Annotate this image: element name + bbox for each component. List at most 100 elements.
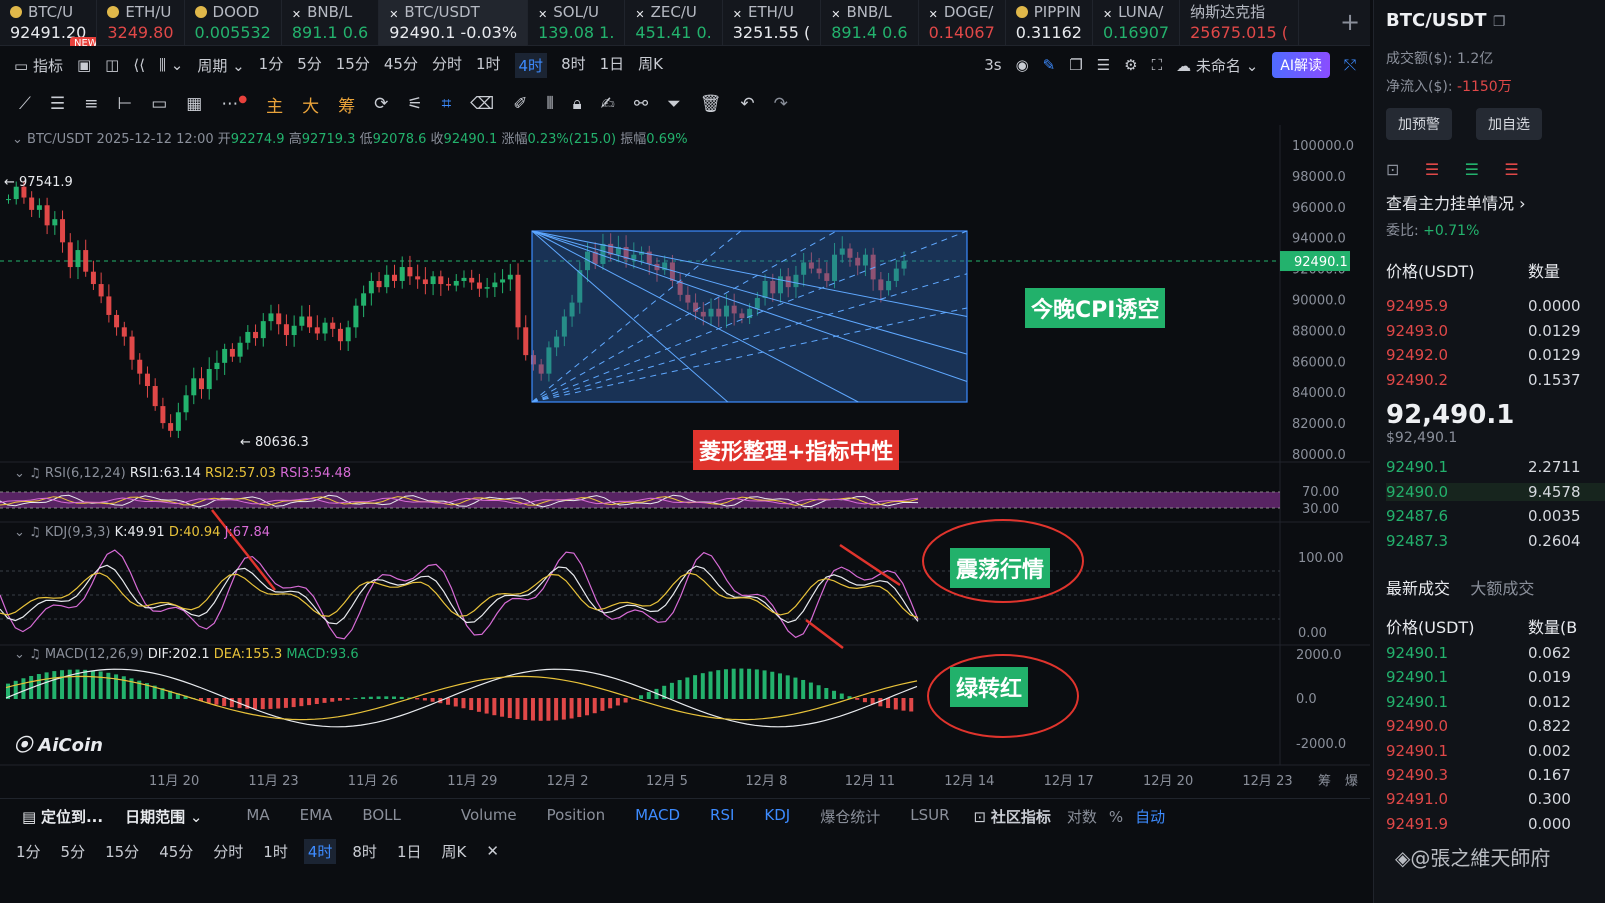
indicator-button[interactable]: ▭ 指标 xyxy=(14,55,63,76)
bottom-interval-button[interactable]: 1时 xyxy=(259,839,292,864)
calendar-icon[interactable]: ▣ xyxy=(77,56,91,74)
more-icon[interactable]: ⋯● xyxy=(221,94,247,114)
main-force-button[interactable]: 主 xyxy=(266,92,283,117)
settings-icon[interactable]: ⚙ xyxy=(1124,56,1137,74)
ticker-tab[interactable]: DOOD 0.005532 xyxy=(185,0,282,46)
trendline-icon[interactable]: ⟋ xyxy=(19,94,31,114)
ai-interpret-button[interactable]: AI解读 xyxy=(1272,52,1330,78)
community-indicators-button[interactable]: ⊡ 社区指标 xyxy=(974,806,1051,827)
add-watchlist-button[interactable]: 加自选 xyxy=(1476,108,1542,140)
orderbook-row[interactable]: 92487.3 0.2604 xyxy=(1386,532,1605,550)
orderbook-view-icons[interactable]: ⊡ ☰ ☰ ☰ xyxy=(1386,160,1605,179)
auto-toggle[interactable]: 自动 xyxy=(1135,806,1165,827)
indicator-tab[interactable]: LSUR xyxy=(910,806,949,827)
interval-button[interactable]: 15分 xyxy=(336,53,370,78)
bottom-interval-button[interactable]: 1分 xyxy=(12,839,45,864)
orderbook-row[interactable]: 92490.0 9.4578 xyxy=(1386,482,1605,501)
bars-icon[interactable]: ⫴ xyxy=(546,94,553,114)
date-range-dropdown[interactable]: 日期范围 ⌄ xyxy=(125,806,202,827)
cloud-layout-dropdown[interactable]: ☁ 未命名 ⌄ xyxy=(1176,55,1258,76)
log-toggle[interactable]: 对数 xyxy=(1067,806,1097,827)
chips-button[interactable]: 筹 xyxy=(338,92,355,117)
ticker-tab[interactable]: PIPPIN 0.31162 xyxy=(1006,0,1093,46)
rectangle-icon[interactable]: ▭ xyxy=(151,94,167,114)
undo-icon[interactable]: ↶ xyxy=(740,94,754,114)
ticker-tab[interactable]: ETH/U 3249.80 xyxy=(97,0,185,46)
ticker-tab[interactable]: BTC/U 92491.20 NEW xyxy=(0,0,98,46)
interval-button[interactable]: 4时 xyxy=(514,52,548,78)
horizontal-line-icon[interactable]: ⊢ xyxy=(117,94,132,114)
bottom-interval-button[interactable]: 5分 xyxy=(57,839,90,864)
ticker-tab[interactable]: ✕ BTC/USDT 92490.1 -0.03% xyxy=(379,0,529,46)
period-dropdown[interactable]: 周期 ⌄ xyxy=(197,55,244,76)
ticker-tab[interactable]: ✕ SOL/U 139.08 1. xyxy=(528,0,626,46)
interval-button[interactable]: 8时 xyxy=(561,53,586,78)
latest-trades-tab[interactable]: 最新成交 xyxy=(1386,579,1450,598)
indicator-tab[interactable]: MACD xyxy=(635,806,680,827)
layout-icon[interactable]: ◫ xyxy=(105,56,119,74)
orderbook-row[interactable]: 92490.0 0.822 xyxy=(1386,717,1605,735)
big-trades-tab[interactable]: 大额成交 xyxy=(1470,579,1534,598)
collapse-icon[interactable]: ⌄ xyxy=(12,132,23,147)
orderbook-row[interactable]: 92491.9 0.000 xyxy=(1386,815,1605,833)
orderbook-row[interactable]: 92490.1 0.019 xyxy=(1386,668,1605,686)
orderbook-row[interactable]: 92490.1 0.012 xyxy=(1386,693,1605,711)
ticker-tab[interactable]: ✕ DOGE/0.14067 xyxy=(919,0,1006,46)
bottom-interval-button[interactable]: 15分 xyxy=(101,839,143,864)
rewind-icon[interactable]: ⟨⟨ xyxy=(133,56,145,74)
indicator-tab[interactable]: KDJ xyxy=(764,806,790,827)
indicator-tab[interactable]: EMA xyxy=(300,806,333,827)
share-icon[interactable]: ⤲ xyxy=(1344,56,1356,74)
close-icon[interactable]: ✕ xyxy=(482,840,503,862)
percent-toggle[interactable]: % xyxy=(1109,808,1123,826)
window-icon[interactable]: ❐ xyxy=(1069,56,1082,74)
orderbook-row[interactable]: 92490.2 0.1537 xyxy=(1386,371,1605,389)
refresh-rate[interactable]: 3s xyxy=(984,56,1001,74)
bottom-interval-button[interactable]: 45分 xyxy=(155,839,197,864)
interval-button[interactable]: 周K xyxy=(638,53,663,78)
orderbook-row[interactable]: 92495.9 0.0000 xyxy=(1386,297,1605,315)
interval-button[interactable]: 5分 xyxy=(297,53,322,78)
orderbook-row[interactable]: 92493.0 0.0129 xyxy=(1386,322,1605,340)
add-alert-button[interactable]: 加预警 xyxy=(1386,108,1452,140)
orderbook-row[interactable]: 92490.1 0.062 xyxy=(1386,644,1605,662)
indicator-tab[interactable]: Position xyxy=(547,806,605,827)
interval-button[interactable]: 1日 xyxy=(600,53,625,78)
bottom-interval-button[interactable]: 8时 xyxy=(348,839,381,864)
bottom-interval-button[interactable]: 分时 xyxy=(209,839,247,864)
orderbook-row[interactable]: 92487.6 0.0035 xyxy=(1386,507,1605,525)
bottom-interval-button[interactable]: 1日 xyxy=(393,839,426,864)
fib-lines-icon[interactable]: ☰ xyxy=(50,94,65,114)
add-tab-icon[interactable]: + xyxy=(1340,8,1360,36)
ticker-tab[interactable]: ✕ ETH/U 3251.55 ( xyxy=(723,0,822,46)
ticker-tab[interactable]: ✕ BNB/L 891.4 0.6 xyxy=(821,0,919,46)
candle-type-icon[interactable]: ⫼ ⌄ xyxy=(159,56,183,74)
indicator-tab[interactable]: 爆仓统计 xyxy=(820,806,880,827)
ticker-tab[interactable]: 纳斯达克指 25675.015 ( xyxy=(1180,0,1299,46)
fullscreen-icon[interactable]: ⛶ xyxy=(1152,56,1163,74)
brush-icon[interactable]: ✐ xyxy=(513,94,527,114)
interval-button[interactable]: 45分 xyxy=(384,53,418,78)
ticker-tab[interactable]: ✕ LUNA/0.16907 xyxy=(1093,0,1181,46)
eraser-icon[interactable]: ⌫ xyxy=(470,94,494,114)
orderbook-row[interactable]: 92492.0 0.0129 xyxy=(1386,346,1605,364)
magnet-icon[interactable]: ⌗ xyxy=(442,94,452,114)
indicator-tab[interactable]: Volume xyxy=(461,806,517,827)
indicator-tab[interactable]: RSI xyxy=(710,806,734,827)
link-icon[interactable]: ⚯ xyxy=(634,94,648,114)
indicator-tab[interactable]: MA xyxy=(246,806,269,827)
grid-icon[interactable]: ▦ xyxy=(186,94,202,114)
main-orders-link[interactable]: 查看主力挂单情况 › xyxy=(1386,190,1605,214)
list-icon[interactable]: ☰ xyxy=(1097,56,1110,74)
interval-button[interactable]: 分时 xyxy=(432,53,462,78)
price-chart[interactable]: 100000.098000.096000.094000.092000.09000… xyxy=(0,125,1370,795)
trash-icon[interactable]: 🗑︎ xyxy=(700,94,722,114)
big-order-button[interactable]: 大 xyxy=(302,92,319,117)
indicator-tab[interactable]: BOLL xyxy=(362,806,401,827)
lock-icon[interactable]: 🔒︎ xyxy=(573,94,582,114)
bottom-interval-button[interactable]: 4时 xyxy=(303,838,337,864)
replay-icon[interactable]: ⟳ xyxy=(374,94,388,114)
ticker-tab[interactable]: ✕ ZEC/U 451.41 0. xyxy=(625,0,723,46)
redo-icon[interactable]: ↷ xyxy=(774,94,788,114)
filter-icon[interactable]: ⏷ xyxy=(667,94,681,114)
